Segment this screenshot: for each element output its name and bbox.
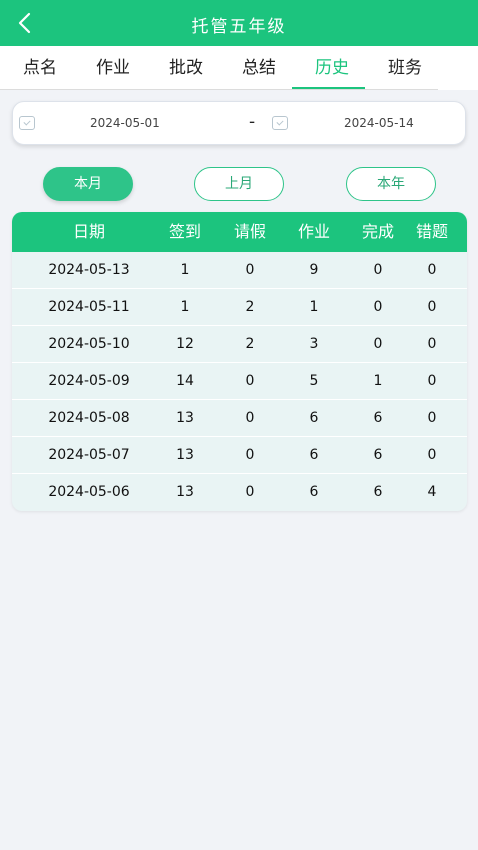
cell-date: 2024-05-11: [48, 299, 130, 315]
table-header: 日期 签到 请假 作业 完成 错题: [12, 212, 467, 252]
table-row[interactable]: 2024-05-13 1 0 9 0 0: [12, 252, 467, 289]
history-table: 日期 签到 请假 作业 完成 错题 2024-05-13 1 0 9 0 0 2…: [12, 212, 467, 511]
cell-completed: 0: [373, 299, 383, 315]
cell-completed: 6: [373, 410, 383, 426]
table-row[interactable]: 2024-05-06 13 0 6 6 4: [12, 474, 467, 511]
cell-date: 2024-05-06: [48, 484, 130, 500]
cell-mistakes: 0: [427, 410, 437, 426]
start-date[interactable]: 2024-05-01: [90, 116, 160, 130]
cell-leave: 2: [245, 299, 255, 315]
cell-leave: 0: [245, 373, 255, 389]
header-date: 日期: [72, 222, 105, 241]
cell-leave: 2: [245, 336, 255, 352]
end-date[interactable]: 2024-05-14: [344, 116, 414, 130]
cell-mistakes: 0: [427, 447, 437, 463]
app-header: 托管五年级: [0, 0, 478, 46]
calendar-icon[interactable]: [272, 116, 288, 130]
cell-date: 2024-05-09: [48, 373, 130, 389]
tab-summary[interactable]: 总结: [227, 46, 291, 90]
table-row[interactable]: 2024-05-10 12 2 3 0 0: [12, 326, 467, 363]
tab-class-affairs[interactable]: 班务: [373, 46, 437, 90]
tab-grading[interactable]: 批改: [154, 46, 218, 90]
cell-completed: 1: [373, 373, 383, 389]
header-mistakes: 错题: [415, 222, 448, 241]
tab-history[interactable]: 历史: [300, 46, 364, 90]
date-separator: -: [249, 112, 256, 132]
cell-leave: 0: [245, 484, 255, 500]
cell-date: 2024-05-10: [48, 336, 130, 352]
cell-sign-in: 12: [176, 336, 194, 352]
cell-homework: 1: [309, 299, 319, 315]
cell-date: 2024-05-13: [48, 262, 130, 278]
table-row[interactable]: 2024-05-08 13 0 6 6 0: [12, 400, 467, 437]
cell-completed: 0: [373, 336, 383, 352]
header-completed: 完成: [361, 222, 394, 241]
header-sign-in: 签到: [168, 222, 201, 241]
cell-sign-in: 13: [176, 410, 194, 426]
cell-date: 2024-05-07: [48, 447, 130, 463]
cell-homework: 6: [309, 410, 319, 426]
cell-homework: 9: [309, 262, 319, 278]
this-year-button[interactable]: 本年: [346, 167, 436, 201]
cell-homework: 3: [309, 336, 319, 352]
table-row[interactable]: 2024-05-11 1 2 1 0 0: [12, 289, 467, 326]
cell-mistakes: 0: [427, 373, 437, 389]
this-month-button[interactable]: 本月: [43, 167, 133, 201]
cell-date: 2024-05-08: [48, 410, 130, 426]
table-row[interactable]: 2024-05-09 14 0 5 1 0: [12, 363, 467, 400]
page-title: 托管五年级: [191, 17, 287, 37]
cell-mistakes: 0: [427, 336, 437, 352]
cell-sign-in: 14: [176, 373, 194, 389]
header-leave: 请假: [233, 222, 266, 241]
header-homework: 作业: [297, 222, 330, 241]
tab-bar: 点名 作业 批改 总结 历史 班务: [0, 46, 478, 90]
cell-sign-in: 1: [180, 262, 190, 278]
last-month-button[interactable]: 上月: [194, 167, 284, 201]
cell-leave: 0: [245, 447, 255, 463]
date-range-picker: 2024-05-01 - 2024-05-14: [12, 101, 466, 145]
tab-divider: [0, 89, 438, 90]
calendar-icon[interactable]: [19, 116, 35, 130]
table-row[interactable]: 2024-05-07 13 0 6 6 0: [12, 437, 467, 474]
cell-homework: 5: [309, 373, 319, 389]
cell-homework: 6: [309, 447, 319, 463]
cell-mistakes: 0: [427, 262, 437, 278]
cell-leave: 0: [245, 262, 255, 278]
cell-mistakes: 0: [427, 299, 437, 315]
cell-leave: 0: [245, 410, 255, 426]
tab-homework[interactable]: 作业: [81, 46, 145, 90]
cell-completed: 6: [373, 447, 383, 463]
cell-sign-in: 13: [176, 447, 194, 463]
tab-roll-call[interactable]: 点名: [8, 46, 72, 90]
cell-sign-in: 13: [176, 484, 194, 500]
cell-completed: 6: [373, 484, 383, 500]
cell-completed: 0: [373, 262, 383, 278]
cell-mistakes: 4: [427, 484, 437, 500]
cell-homework: 6: [309, 484, 319, 500]
cell-sign-in: 1: [180, 299, 190, 315]
